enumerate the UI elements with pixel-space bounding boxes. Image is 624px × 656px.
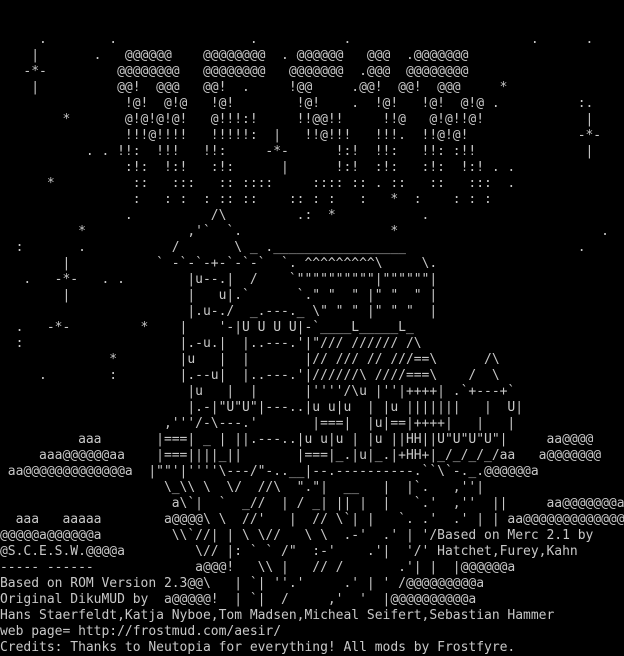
terminal-line: . . !!: !!! !!: -*- !:! !!: !!: :!! |	[0, 144, 594, 159]
terminal-line: Original DikuMUD by a@@@@@! | `| / ,' ' …	[0, 592, 477, 607]
terminal-line: ----- ------ a@@@! \\ | // / .'| | |@@@@…	[0, 560, 516, 575]
terminal-line: aaa@@@@@@aa |===||||_|| |===|_.|u|_.|+HH…	[0, 448, 602, 463]
terminal-line: |u | | |''''/\u |''|++++| .`+---+`	[0, 384, 516, 399]
terminal-line: : . / \ _ ._________________ .	[0, 240, 586, 255]
terminal-line: !@! @!@ !@! !@! . !@! !@! @!@ . :.	[0, 96, 594, 111]
terminal-line: * ,'` `. * .	[0, 224, 609, 239]
terminal-window[interactable]: . . . . . . | . @@@@@@ @@@@@@@@ . @@@@@@…	[0, 0, 624, 656]
terminal-line: . /\ .: * .	[0, 208, 430, 223]
terminal-line: : |.-u.| |..---.'|"/// ////// /\	[0, 336, 422, 351]
terminal-line: a\`| ` _// | / _| || | | `.' ,'' || aa@@…	[0, 496, 624, 511]
terminal-line: Hans Staerfeldt,Katja Nyboe,Tom Madsen,M…	[0, 608, 555, 623]
terminal-line: . -*- . . |u--.| / `""""""""""|""""""|	[0, 272, 438, 287]
terminal-line: | @@! @@@ @@! . !@@ .@@! @@! @@@ *	[0, 80, 508, 95]
terminal-line: ,'''/-\---.' |===| |u|==|++++| | |	[0, 416, 516, 431]
terminal-line: |.-|"U"U"|---..|u u|u | |u ||||||| | U|	[0, 400, 524, 415]
terminal-line: \_\\ \ \/ //\ "."| __ | |`. ,''|	[0, 480, 485, 495]
terminal-line: @S.C.E.S.W.@@@@a \// |: ` ` /" :-' .'| '…	[0, 544, 578, 559]
terminal-line: aaa |===| _ | ||.---..|u u|u | |u ||HH||…	[0, 432, 594, 447]
terminal-line: * @!@!@!@! @!!!:! !!@@!! !!@ @!@!!@! |	[0, 112, 594, 127]
terminal-line: web page= http://frostmud.com/aesir/	[0, 624, 282, 639]
terminal-line: :!: !:! :!: | !:! :!: :!: !:! . .	[0, 160, 516, 175]
terminal-line: |.u-./ _.---._ \" " " |" " " |	[0, 304, 438, 319]
terminal-line: . : |.--u| |..---.'|//////\ ////===\ / \	[0, 368, 500, 383]
terminal-line: -*- @@@@@@@@ @@@@@@@@ @@@@@@@ .@@@ @@@@@…	[0, 64, 469, 79]
terminal-line: Credits: Thanks to Neutopia for everythi…	[0, 640, 516, 655]
terminal-line: | | u|.` `." " " |" " " |	[0, 288, 438, 303]
terminal-line: . . . . . .	[0, 32, 594, 47]
terminal-line: @@@@@a@@@@@@a \\`//| | \ \// \ \ .-' .' …	[0, 528, 594, 543]
terminal-line: aaa aaaaa a@@@@\ \ //' | // \`| | `. .' …	[0, 512, 624, 527]
terminal-line: !!!@!!!! !!!!!: | !!@!!! !!!. !!@!@! -*-	[0, 128, 602, 143]
terminal-line: | . @@@@@@ @@@@@@@@ . @@@@@@ @@@ .@@@@@@…	[0, 48, 469, 63]
ascii-banner: . . . . . . | . @@@@@@ @@@@@@@@ . @@@@@@…	[0, 0, 624, 656]
terminal-line: . -*- * | '-|U U U U|-`____L_____L_	[0, 320, 414, 335]
terminal-line: Based on ROM Version 2.3@@\ | `| ''.' .'…	[0, 576, 485, 591]
terminal-line: | ` -`-`-+-`-`-` `. ^^^^^^^^^\ \.	[0, 256, 438, 271]
terminal-line: : : : : :: :: :: : : : * : : : :	[0, 192, 492, 207]
terminal-line: * :: ::: :: :::: :::: :: . :: :: ::: .	[0, 176, 516, 191]
terminal-line: * |u | | |// /// // ///==\ /\	[0, 352, 500, 367]
terminal-line: aa@@@@@@@@@@@@@a |""'|''''\---/"-..__|--…	[0, 464, 539, 479]
